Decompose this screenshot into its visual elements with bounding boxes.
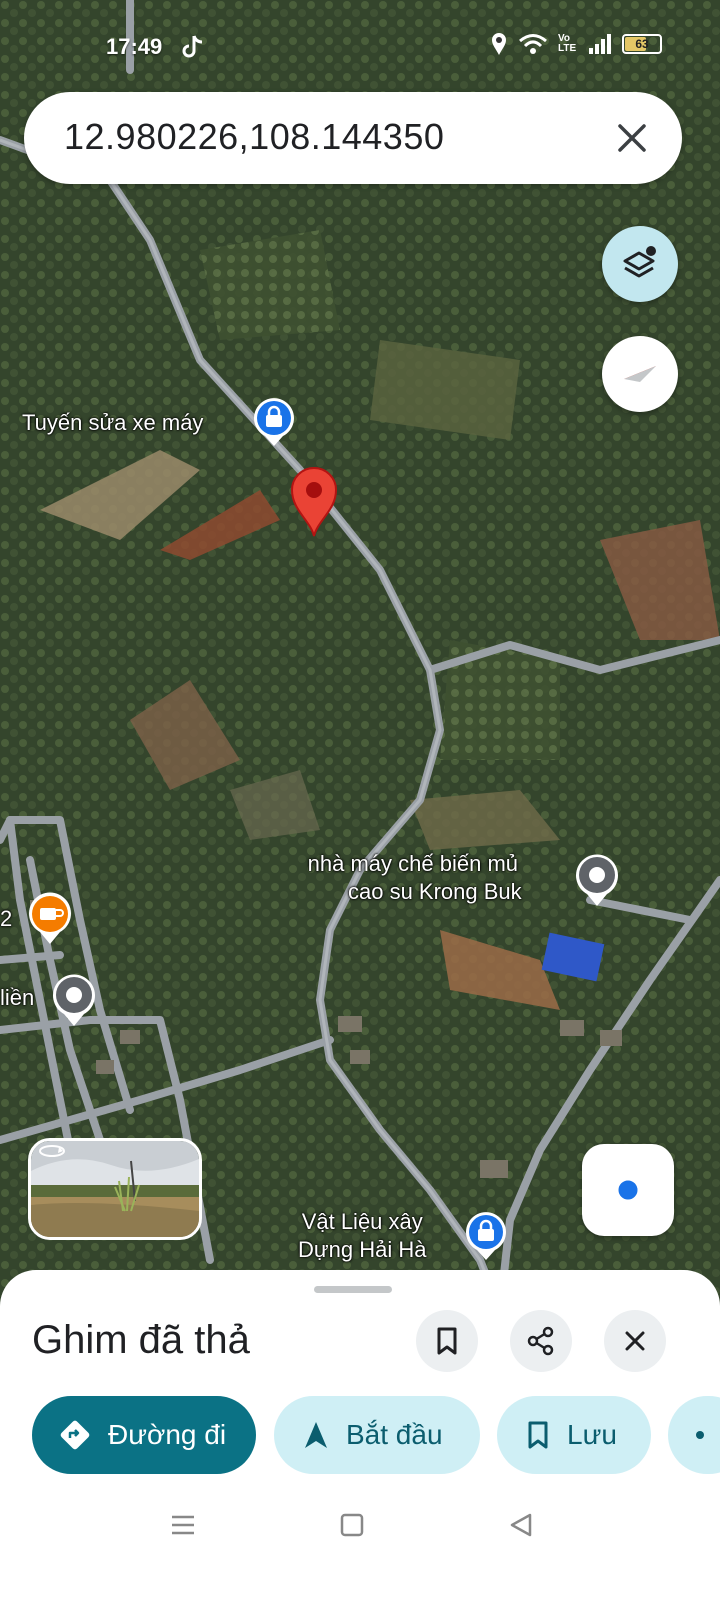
search-bar[interactable]: 12.980226,108.144350 (24, 92, 682, 184)
bookmark-icon (528, 1421, 548, 1449)
layers-button[interactable] (602, 226, 678, 302)
poi-label-motorbike-repair[interactable]: Tuyến sửa xe máy (22, 410, 203, 436)
drag-handle[interactable] (314, 1286, 392, 1293)
shopping-bag-icon[interactable] (250, 396, 298, 448)
battery-icon: 63 (622, 34, 662, 54)
save-label: Lưu (567, 1419, 617, 1450)
directions-icon (60, 1420, 90, 1450)
poi-label-building-materials-line2: Dựng Hải Hà (298, 1237, 427, 1262)
share-button[interactable] (510, 1310, 572, 1372)
poi-label-place[interactable]: liền (0, 985, 34, 1011)
menu-icon[interactable] (170, 1512, 196, 1538)
close-sheet-button[interactable] (604, 1310, 666, 1372)
compass-button[interactable] (602, 336, 678, 412)
my-location-icon (615, 1177, 641, 1203)
poi-label-rubber-factory[interactable]: nhà máy chế biến mủ cao su Krong Buk (304, 850, 522, 906)
poi-label-building-materials-line1: Vật Liệu xây (301, 1209, 423, 1234)
shopping-bag-icon[interactable] (462, 1210, 510, 1262)
close-icon[interactable] (612, 118, 652, 158)
wifi-icon (519, 34, 547, 54)
layers-icon (623, 246, 656, 278)
back-icon[interactable] (508, 1512, 534, 1538)
compass-icon (624, 366, 656, 382)
tiktok-icon (182, 35, 203, 58)
bookmark-icon (437, 1327, 457, 1355)
more-icon (696, 1431, 704, 1439)
place-marker-icon[interactable] (50, 972, 98, 1028)
signal-icon (589, 34, 611, 54)
rotate-360-icon (39, 1145, 65, 1157)
battery-level: 63 (635, 37, 649, 51)
share-icon (527, 1326, 554, 1356)
close-icon (625, 1331, 645, 1351)
status-bar: 17:49 Vo LTE 63 (0, 0, 720, 96)
poi-label-building-materials[interactable]: Vật Liệu xây Dựng Hải Hà (298, 1208, 426, 1264)
satellite-imagery (0, 0, 720, 1310)
bookmark-button[interactable] (416, 1310, 478, 1372)
poi-label-cafe[interactable]: 2 (0, 906, 12, 932)
street-view-thumbnail[interactable] (28, 1138, 202, 1240)
status-time: 17:49 (106, 34, 163, 59)
directions-button[interactable]: Đường đi (32, 1396, 256, 1474)
place-marker-icon[interactable] (573, 852, 621, 908)
navigation-arrow-icon (305, 1422, 327, 1448)
system-nav-bar (0, 1490, 720, 1600)
poi-label-rubber-factory-line2: cao su Krong Buk (348, 879, 522, 904)
home-icon[interactable] (339, 1512, 365, 1538)
start-button[interactable]: Bắt đầu (274, 1396, 480, 1474)
location-icon (492, 33, 506, 55)
volte-indicator: Vo LTE (558, 33, 577, 54)
cafe-icon[interactable] (26, 892, 74, 946)
poi-label-rubber-factory-line1: nhà máy chế biến mủ (307, 851, 518, 876)
more-actions-button[interactable] (668, 1396, 720, 1474)
my-location-button[interactable] (582, 1144, 674, 1236)
status-icons: Vo LTE 63 (490, 32, 662, 56)
sheet-title: Ghim đã thả (32, 1318, 250, 1362)
start-label: Bắt đầu (346, 1419, 443, 1450)
search-input[interactable]: 12.980226,108.144350 (64, 116, 444, 158)
directions-label: Đường đi (108, 1419, 227, 1450)
map-view[interactable]: Tuyến sửa xe máy nhà máy chế biến mủ cao… (0, 0, 720, 1310)
save-button[interactable]: Lưu (497, 1396, 651, 1474)
dropped-pin-icon[interactable] (288, 464, 340, 538)
